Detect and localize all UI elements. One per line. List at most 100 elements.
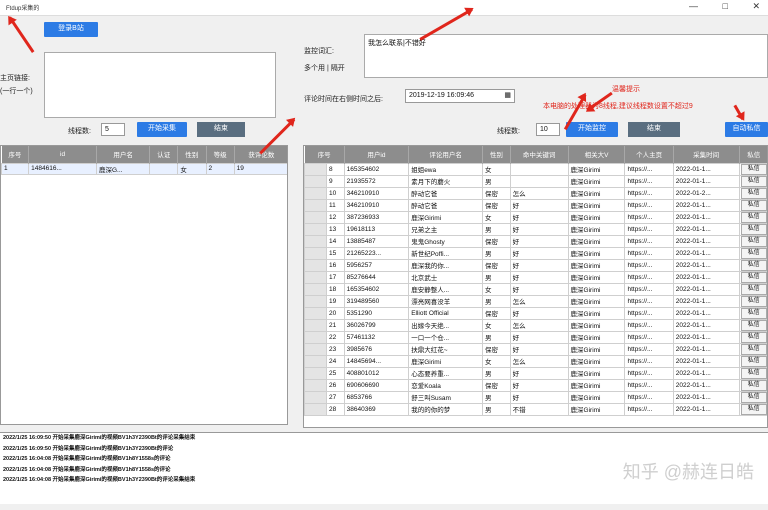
table-row[interactable]: 1 1484616... 鹿深G... 女 2 19 (1, 162, 287, 175)
table-cell: 好 (509, 390, 569, 404)
table-row[interactable]: 8 165354602 姐姐ewa 女 鹿深Girimi https://... 2022-… (304, 162, 767, 176)
table-row[interactable]: 25 408801012 心态要养重... 男好鹿深Girimi https://...… (304, 366, 767, 380)
table-row[interactable]: 12 387236933 鹿深Girimi 女好鹿深Girimi https://...… (304, 210, 767, 224)
message-button[interactable]: 私信 (740, 332, 767, 342)
left-col-header[interactable]: id (28, 146, 97, 163)
message-button[interactable]: 私信 (740, 248, 767, 258)
left-threads-input[interactable]: 5 (101, 123, 125, 136)
table-row[interactable]: 15 21265223... 新世纪Poffi... 男好鹿深Girimi https:… (304, 246, 767, 260)
right-col-header[interactable]: 个人主页 (624, 146, 674, 163)
left-col-header[interactable]: 性别 (177, 146, 207, 163)
message-button[interactable]: 私信 (740, 320, 767, 330)
left-user-table[interactable]: 序号 id 用户名 认证 性别 等级 获评论数 1 1484616... 鹿深G... 女 2 19 (0, 145, 288, 425)
time-label: 评论时间在右侧时间之后: (304, 96, 383, 103)
table-row[interactable]: 9 21935572 素月下的蘑火男 鹿深Girimi https://... 2022-… (304, 174, 767, 188)
right-col-header[interactable]: 用户id (344, 146, 410, 163)
left-col-header[interactable]: 等级 (206, 146, 235, 163)
right-col-header[interactable]: 序号 (304, 146, 345, 163)
auto-message-button[interactable]: 自动私信 (725, 122, 768, 137)
right-col-header[interactable]: 相关大V (568, 146, 626, 163)
message-button[interactable]: 私信 (740, 356, 767, 366)
row-marker (304, 390, 327, 404)
table-cell: 6853766 (343, 390, 410, 404)
table-cell: 2022-01-1... (672, 258, 740, 272)
right-col-header[interactable]: 采集时间 (673, 146, 740, 163)
right-col-header[interactable]: 性别 (482, 146, 511, 163)
table-row[interactable]: 28 38640369 我的的你的梦男不错 鹿深Girimi https://... 20… (304, 402, 767, 416)
right-threads-input[interactable]: 10 (536, 123, 560, 136)
table-row[interactable]: 24 14845694... 鹿深Girimi 女怎么 鹿深Girimi https://… (304, 354, 767, 368)
maximize-icon[interactable]: □ (723, 1, 728, 11)
table-cell: 2022-01-1... (672, 234, 740, 248)
table-row[interactable]: 21 36026799 出嫁今天绝... 女怎么 鹿深Girimi https://...… (304, 318, 767, 332)
table-row[interactable]: 17 85276644 北京武士男好鹿深Girimi https://... 2022-… (304, 270, 767, 284)
table-cell: 男 (482, 270, 511, 284)
monitor-words-input[interactable]: 我怎么联系|不错好 (364, 34, 768, 78)
message-button[interactable]: 私信 (740, 200, 767, 210)
table-row[interactable]: 14 13885487 鬼鬼Ghosty 保密好鹿深Girimi https://...… (304, 234, 767, 248)
table-cell: 5956257 (343, 258, 410, 272)
table-cell: 鹿深Girimi (567, 354, 626, 368)
message-button[interactable]: 私信 (740, 308, 767, 318)
table-row[interactable]: 27 6853766 舒三叫Susam 男好鹿深Girimi https://... 20… (304, 390, 767, 404)
table-row[interactable]: 26 690606690 恋爱Koala 保密好鹿深Girimi https://...… (304, 378, 767, 392)
right-start-button[interactable]: 开始监控 (566, 122, 618, 137)
message-button[interactable]: 私信 (740, 272, 767, 282)
right-comment-table[interactable]: 序号 用户id 评论用户名 性别 命中关键词 相关大V 个人主页 采集时间 私信 8 165354… (303, 145, 768, 428)
close-icon[interactable]: ✕ (752, 1, 760, 12)
table-cell: https://... (624, 222, 674, 236)
message-button[interactable]: 私信 (740, 404, 767, 414)
table-row[interactable]: 11 346210910 醉动它爸 保密好鹿深Girimi https://... 202… (304, 198, 767, 212)
row-marker (304, 198, 327, 212)
table-cell: 醉动它爸 (408, 186, 484, 200)
message-cell: 私信 (738, 354, 767, 368)
table-row[interactable]: 23 3985676 扶鼎大红花~ 保密好鹿深Girimi https://... 202… (304, 342, 767, 356)
table-cell: 保密 (482, 258, 511, 272)
calendar-icon[interactable]: ▦ (504, 90, 511, 102)
login-button[interactable]: 登录B站 (44, 22, 98, 37)
right-col-header[interactable]: 评论用户名 (408, 146, 484, 163)
table-cell: https://... (624, 366, 674, 380)
left-col-header[interactable]: 认证 (149, 146, 179, 163)
table-row[interactable]: 13 19618113 兄弟之主男好鹿深Girimi https://... 2022-… (304, 222, 767, 236)
table-cell: 85276644 (343, 270, 410, 284)
message-button[interactable]: 私信 (740, 188, 767, 198)
message-button[interactable]: 私信 (740, 176, 767, 186)
row-marker (304, 330, 327, 344)
message-button[interactable]: 私信 (740, 164, 767, 174)
message-button[interactable]: 私信 (740, 284, 767, 294)
message-button[interactable]: 私信 (740, 296, 767, 306)
right-stop-button[interactable]: 结束 (628, 122, 680, 137)
table-row[interactable]: 20 5351290 Elliott Official 保密好鹿深Girimi http… (304, 306, 767, 320)
left-start-button[interactable]: 开始采集 (137, 122, 187, 137)
message-button[interactable]: 私信 (740, 260, 767, 270)
homepage-input[interactable] (44, 52, 276, 118)
table-cell: https://... (624, 210, 674, 224)
table-cell: 女 (482, 282, 511, 296)
minimize-icon[interactable]: — (689, 1, 698, 11)
message-button[interactable]: 私信 (740, 380, 767, 390)
table-row[interactable]: 18 165354602 鹿安静整人... 女好鹿深Girimi https://...… (304, 282, 767, 296)
left-col-header[interactable]: 序号 (1, 146, 30, 163)
table-cell: 2022-01-1... (672, 282, 740, 296)
time-picker[interactable]: 2019-12-19 16:09:46 ▦ (405, 89, 515, 103)
message-button[interactable]: 私信 (740, 212, 767, 222)
message-button[interactable]: 私信 (740, 224, 767, 234)
right-col-header[interactable]: 私信 (739, 146, 767, 163)
window-controls: — □ ✕ (667, 1, 760, 12)
table-cell: 扶鼎大红花~ (408, 342, 484, 356)
message-button[interactable]: 私信 (740, 344, 767, 354)
left-stop-button[interactable]: 结束 (197, 122, 245, 137)
table-row[interactable]: 19 319489560 漂亮网喜没羊男怎么 鹿深Girimi https://... 2… (304, 294, 767, 308)
message-cell: 私信 (738, 378, 767, 392)
left-col-header[interactable]: 用户名 (96, 146, 151, 163)
message-button[interactable]: 私信 (740, 236, 767, 246)
table-row[interactable]: 10 346210910 醉动它爸 保密 怎么 鹿深Girimi https://... 20… (304, 186, 767, 200)
message-cell: 私信 (738, 282, 767, 296)
message-button[interactable]: 私信 (740, 368, 767, 378)
message-button[interactable]: 私信 (740, 392, 767, 402)
message-cell: 私信 (738, 330, 767, 344)
table-row[interactable]: 16 5956257 鹿深我的你... 保密好鹿深Girimi https://... 2… (304, 258, 767, 272)
right-col-header[interactable]: 命中关键词 (510, 146, 569, 163)
table-row[interactable]: 22 57461132 一口一个仓... 男好鹿深Girimi https://... 2… (304, 330, 767, 344)
